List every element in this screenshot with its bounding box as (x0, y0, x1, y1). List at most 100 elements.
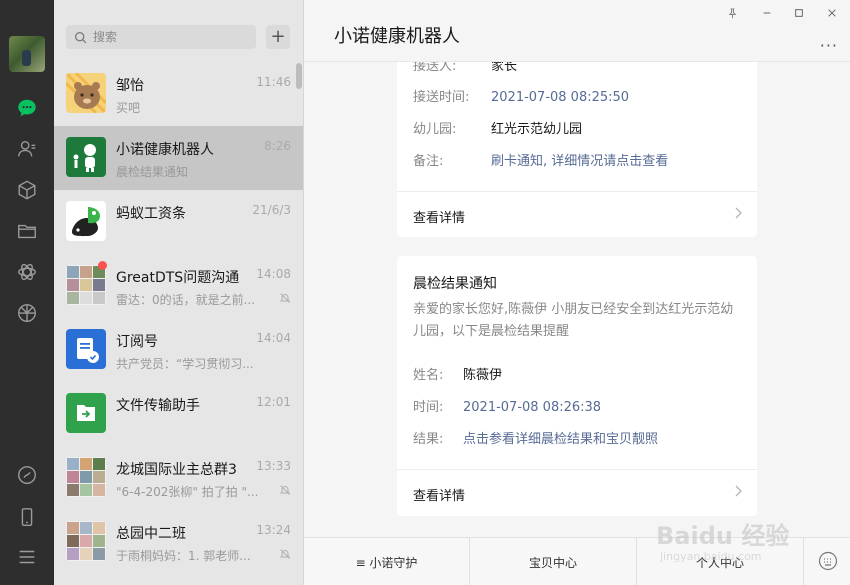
morning-check-card: 晨检结果通知 亲爱的家长您好,陈薇伊 小朋友已经安全到达红光示范幼儿园，以下是晨… (397, 256, 757, 516)
chat-name: 邹怡 (116, 78, 144, 94)
chat-avatar (66, 137, 106, 177)
channels-icon[interactable] (15, 463, 39, 487)
view-details-label: 查看详情 (413, 489, 466, 504)
chat-time: 13:33 (256, 459, 291, 473)
phone-icon[interactable] (15, 505, 39, 529)
conversation-title: 小诺健康机器人 (334, 26, 460, 47)
field-label: 接送时间: (413, 90, 470, 105)
chat-item-greatdts[interactable]: GreatDTS问题沟通 雷达：0的话，就是之前... 14:08 (54, 254, 303, 318)
chat-time: 21/6/3 (252, 203, 291, 217)
view-details-label: 查看详情 (413, 211, 466, 226)
group-avatar (66, 521, 106, 561)
menu-xiaonuo-guard[interactable]: ≡ 小诺守护 (304, 538, 470, 585)
chat-preview: 买吧 (116, 101, 141, 115)
pickup-time-row: 接送时间: 2021-07-08 08:25:50 (413, 86, 629, 105)
chat-time: 14:08 (256, 267, 291, 281)
menu-baby-center[interactable]: 宝贝中心 (470, 538, 637, 585)
field-value: 2021-07-08 08:26:38 (463, 400, 602, 415)
menu-icon[interactable] (15, 545, 39, 569)
chat-time: 11:46 (256, 75, 291, 89)
maximize-button[interactable] (791, 6, 807, 20)
chat-avatar (66, 329, 106, 369)
contacts-icon[interactable] (15, 137, 39, 161)
pickup-notice-card: 接送人: 家长 接送时间: 2021-07-08 08:25:50 幼儿园: 红光示范… (397, 62, 757, 237)
message-list[interactable]: 接送人: 家长 接送时间: 2021-07-08 08:25:50 幼儿园: 红光示范… (304, 62, 850, 537)
chat-item-xiaonuo[interactable]: 小诺健康机器人 晨检结果通知 8:26 (54, 126, 303, 190)
minimize-button[interactable] (759, 6, 775, 20)
keyboard-toggle-icon[interactable] (818, 551, 838, 571)
close-button[interactable] (824, 6, 840, 20)
chat-name: 小诺健康机器人 (116, 142, 214, 158)
field-value[interactable]: 点击参看详细晨检结果和宝贝靓照 (463, 432, 658, 447)
field-label: 接送人: (413, 62, 457, 74)
official-account-menu: ≡ 小诺守护 宝贝中心 个人中心 (304, 537, 850, 585)
mute-bell-icon (279, 485, 291, 495)
chat-name: 文件传输助手 (116, 398, 200, 414)
remark-row: 备注: 刷卡通知, 详细情况请点击查看 (413, 150, 668, 169)
chat-item-zouyi[interactable]: 邹怡 买吧 11:46 (54, 62, 303, 126)
chat-preview: 于雨桐妈妈：1. 郭老师... (116, 549, 251, 563)
chat-avatar (66, 201, 106, 241)
field-label: 备注: (413, 154, 444, 169)
field-label: 姓名: (413, 368, 444, 383)
chat-item-subscriptions[interactable]: 订阅号 共产党员：“学习贯彻习... 14:04 (54, 318, 303, 382)
field-value[interactable]: 刷卡通知, 详细情况请点击查看 (491, 154, 668, 169)
chat-list-scrollbar[interactable] (296, 63, 302, 89)
chevron-right-icon (735, 207, 742, 219)
chat-avatar (66, 73, 106, 113)
conversation-panel: 小诺健康机器人 ··· 接送人: 家长 接送时间: 2021-07-08 08:25… (304, 0, 850, 585)
chat-item-longcheng[interactable]: 龙城国际业主总群3 "6-4-202张柳" 拍了拍 "... 13:33 (54, 446, 303, 510)
check-result-row: 结果: 点击参看详细晨检结果和宝贝靓照 (413, 428, 658, 447)
field-label: 结果: (413, 432, 444, 447)
chat-time: 13:24 (256, 523, 291, 537)
files-icon[interactable] (15, 219, 39, 243)
chat-item-mayi[interactable]: 蚂蚁工资条 21/6/3 (54, 190, 303, 254)
group-avatar (66, 457, 106, 497)
menu-personal-center[interactable]: 个人中心 (637, 538, 804, 585)
unread-dot (98, 261, 107, 270)
field-value: 家长 (491, 62, 518, 74)
chat-preview: 共产党员：“学习贯彻习... (116, 357, 254, 371)
view-details-button[interactable]: 查看详情 (397, 469, 757, 515)
mute-bell-icon (279, 549, 291, 559)
user-avatar[interactable] (9, 36, 45, 72)
chat-name: 总园中二班 (116, 526, 186, 542)
add-button[interactable]: + (266, 25, 290, 49)
kindergarten-row: 幼儿园: 红光示范幼儿园 (413, 118, 582, 137)
chat-avatar (66, 393, 106, 433)
mute-bell-icon (279, 293, 291, 303)
field-value: 红光示范幼儿园 (491, 122, 583, 137)
pickup-person-row: 接送人: 家长 (413, 62, 517, 74)
chat-preview: 晨检结果通知 (116, 165, 189, 179)
chat-time: 8:26 (264, 139, 291, 153)
search-icon (74, 31, 87, 43)
moments-icon[interactable] (15, 301, 39, 325)
collections-icon[interactable] (15, 178, 39, 202)
miniprogram-icon[interactable] (15, 260, 39, 284)
chat-icon[interactable] (15, 96, 39, 120)
search-box[interactable] (66, 25, 256, 49)
card-description: 亲爱的家长您好,陈薇伊 小朋友已经安全到达红光示范幼儿园，以下是晨检结果提醒 (413, 302, 734, 339)
chat-preview: 雷达：0的话，就是之前... (116, 293, 256, 307)
check-time-row: 时间: 2021-07-08 08:26:38 (413, 396, 601, 415)
chat-item-file-transfer[interactable]: 文件传输助手 12:01 (54, 382, 303, 446)
chat-item-class[interactable]: 总园中二班 于雨桐妈妈：1. 郭老师... 13:24 (54, 510, 303, 574)
chat-list-panel: + 邹怡 买吧 11:46 小诺健康机器人 晨检结果通知 8:26 蚂蚁工资条 (54, 0, 304, 585)
field-label: 时间: (413, 400, 444, 415)
search-input[interactable] (93, 30, 243, 44)
chat-name: 蚂蚁工资条 (116, 206, 186, 222)
chat-time: 12:01 (256, 395, 291, 409)
chat-name: GreatDTS问题沟通 (116, 270, 240, 286)
group-avatar (66, 265, 106, 305)
pin-icon[interactable] (724, 6, 740, 20)
field-value: 陈薇伊 (463, 368, 503, 383)
chat-preview: "6-4-202张柳" 拍了拍 "... (116, 485, 259, 499)
chat-name: 订阅号 (116, 334, 158, 350)
more-options-button[interactable]: ··· (820, 36, 838, 55)
field-value: 2021-07-08 08:25:50 (491, 90, 630, 105)
chat-list: 邹怡 买吧 11:46 小诺健康机器人 晨检结果通知 8:26 蚂蚁工资条 21… (54, 62, 303, 574)
view-details-button[interactable]: 查看详情 (397, 191, 757, 237)
child-name-row: 姓名: 陈薇伊 (413, 364, 502, 383)
card-title: 晨检结果通知 (413, 276, 497, 292)
chat-name: 龙城国际业主总群3 (116, 462, 237, 478)
